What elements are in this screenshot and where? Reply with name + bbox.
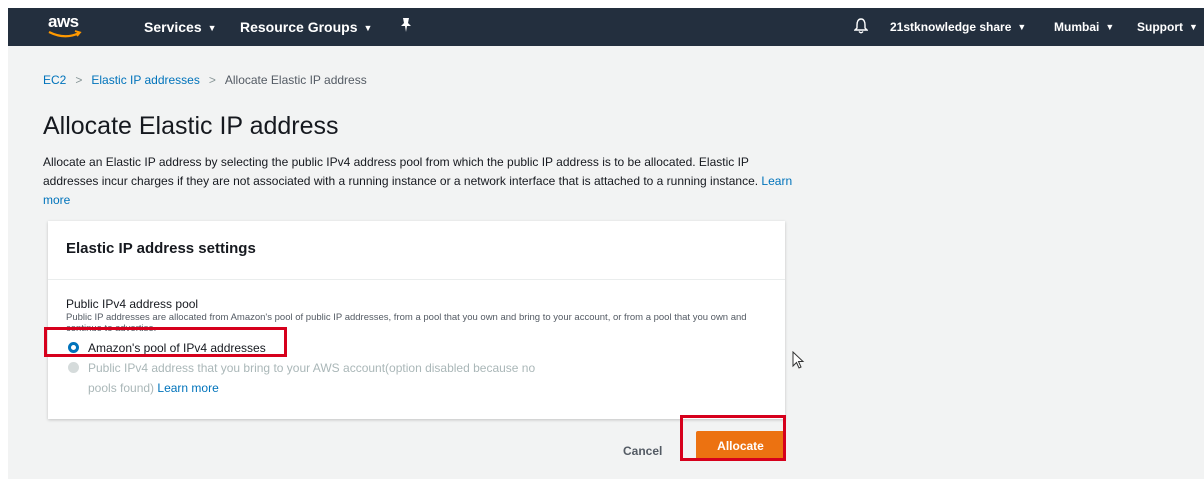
account-label: 21stknowledge share (890, 20, 1012, 34)
byoip-learn-more-link[interactable]: Learn more (157, 381, 218, 395)
description-text: Allocate an Elastic IP address by select… (43, 155, 759, 188)
resource-groups-label: Resource Groups (240, 19, 358, 35)
breadcrumb-ec2[interactable]: EC2 (43, 73, 66, 87)
resource-groups-menu[interactable]: Resource Groups ▼ (240, 19, 372, 35)
breadcrumb-current: Allocate Elastic IP address (224, 73, 367, 87)
page-description: Allocate an Elastic IP address by select… (43, 153, 803, 210)
radio-byoip-line2-text: pools found) Learn more (88, 381, 219, 395)
chevron-right-icon: > (208, 73, 216, 87)
chevron-right-icon: > (75, 73, 83, 87)
radio-byoip-label-cont: pools found) (88, 381, 155, 395)
panel-title: Elastic IP address settings (66, 240, 256, 257)
field-label: Public IPv4 address pool (66, 297, 199, 311)
radio-byoip-label: Public IPv4 address that you bring to yo… (88, 361, 536, 375)
top-nav: aws Services ▼ Resource Groups ▼ 21stknowl… (8, 8, 1204, 46)
highlight-box-allocate (680, 415, 786, 461)
console-screen: aws Services ▼ Resource Groups ▼ 21stknowl… (8, 8, 1204, 479)
panel-header: Elastic IP address settings (48, 221, 785, 280)
settings-panel: Elastic IP address settings Public IPv4 … (48, 221, 785, 419)
pin-icon[interactable] (399, 17, 413, 36)
page-title: Allocate Elastic IP address (43, 112, 339, 140)
services-label: Services (144, 19, 202, 35)
breadcrumb-elastic-ip-addresses[interactable]: Elastic IP addresses (91, 73, 200, 87)
bell-icon[interactable] (853, 18, 869, 37)
breadcrumb: EC2 > Elastic IP addresses > Allocate Elasti… (43, 73, 367, 87)
radio-disabled-icon (68, 362, 79, 373)
region-label: Mumbai (1054, 20, 1100, 34)
account-menu[interactable]: 21stknowledge share ▼ (890, 20, 1026, 34)
chevron-down-icon: ▼ (1189, 22, 1198, 32)
mouse-cursor-icon (792, 350, 806, 376)
aws-smile-icon (48, 30, 82, 38)
aws-logo-text: aws (48, 12, 79, 31)
chevron-down-icon: ▼ (207, 23, 217, 33)
support-menu[interactable]: Support ▼ (1137, 20, 1198, 34)
chevron-down-icon: ▼ (1105, 22, 1115, 32)
region-menu[interactable]: Mumbai ▼ (1054, 20, 1114, 34)
support-label: Support (1137, 20, 1183, 34)
services-menu[interactable]: Services ▼ (144, 19, 217, 35)
highlight-box-option (44, 327, 287, 357)
chevron-down-icon: ▼ (1017, 22, 1027, 32)
cancel-button[interactable]: Cancel (623, 444, 662, 458)
chevron-down-icon: ▼ (363, 23, 373, 33)
aws-logo[interactable]: aws (47, 12, 87, 40)
